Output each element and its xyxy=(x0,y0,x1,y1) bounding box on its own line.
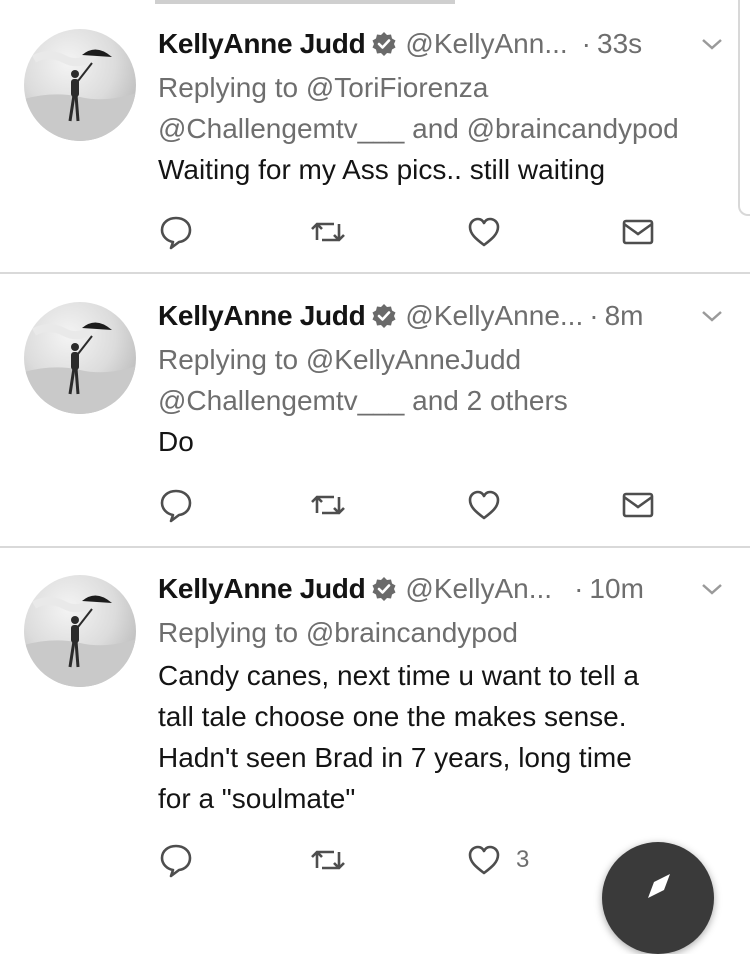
tweet-text-line: Hadn't seen Brad in 7 years, long time xyxy=(158,742,632,773)
like-button[interactable] xyxy=(466,212,502,252)
mention-link[interactable]: @ToriFiorenza xyxy=(306,72,488,103)
timestamp[interactable]: 8m xyxy=(605,300,644,332)
tweet-text-line: Candy canes, next time u want to tell a xyxy=(158,660,639,691)
like-button[interactable]: 3 xyxy=(466,840,529,880)
retweet-icon xyxy=(311,495,345,515)
tweet-header: KellyAnne Judd @KellyAnne... · 8m xyxy=(158,296,730,336)
tweet[interactable]: KellyAnne Judd @KellyAnne... · 8m Replyi… xyxy=(0,274,750,548)
tweet[interactable]: KellyAnne Judd @KellyAnn... · 33s Replyi… xyxy=(0,0,750,274)
tweet-actions: 3 xyxy=(158,840,658,880)
replying-to-label: Replying to xyxy=(158,617,299,648)
replying-to-label: Replying to xyxy=(158,344,299,375)
display-name[interactable]: KellyAnne Judd xyxy=(158,300,366,332)
replying-to: Replying to @braincandypod xyxy=(158,612,730,653)
direct-message-button[interactable] xyxy=(620,485,656,525)
separator-dot: · xyxy=(589,300,599,331)
heart-icon xyxy=(468,217,500,247)
verified-badge-icon xyxy=(371,303,397,329)
mention-link[interactable]: @KellyAnneJudd xyxy=(306,344,521,375)
replying-to-label: Replying to xyxy=(158,72,299,103)
timestamp[interactable]: 33s xyxy=(597,28,642,60)
heart-icon xyxy=(468,845,500,875)
reply-icon xyxy=(160,489,192,523)
compose-button[interactable] xyxy=(602,842,714,954)
heart-icon xyxy=(468,490,500,520)
like-count: 3 xyxy=(516,846,530,873)
handle[interactable]: @KellyAnn... xyxy=(405,28,567,60)
separator-dot: · xyxy=(574,573,584,604)
reply-button[interactable] xyxy=(158,212,194,252)
like-button[interactable] xyxy=(466,485,502,525)
chevron-down-icon[interactable] xyxy=(700,34,724,54)
retweet-button[interactable] xyxy=(308,840,348,880)
mention-link[interactable]: @braincandypod xyxy=(306,617,518,648)
reply-icon xyxy=(160,844,192,878)
retweet-icon xyxy=(311,222,345,242)
display-name[interactable]: KellyAnne Judd xyxy=(158,28,366,60)
tweet-header: KellyAnne Judd @KellyAnn... · 33s xyxy=(158,24,730,64)
mail-icon xyxy=(622,219,654,245)
avatar[interactable] xyxy=(24,302,136,414)
verified-badge-icon xyxy=(371,576,397,602)
compose-icon xyxy=(648,874,670,898)
replying-to: Replying to @KellyAnneJudd xyxy=(158,339,730,380)
avatar[interactable] xyxy=(24,575,136,687)
timestamp[interactable]: 10m xyxy=(589,573,643,605)
reply-button[interactable] xyxy=(158,840,194,880)
chevron-down-icon[interactable] xyxy=(700,579,724,599)
tweet-text-line: tall tale choose one the makes sense. xyxy=(158,701,627,732)
replying-to-more[interactable]: @Challengemtv___ and @braincandypod xyxy=(158,108,730,149)
separator-dot: · xyxy=(581,28,591,59)
mail-icon xyxy=(622,492,654,518)
tweet-text: Do xyxy=(158,426,194,457)
replying-to-more[interactable]: @Challengemtv___ and 2 others xyxy=(158,380,730,421)
retweet-button[interactable] xyxy=(308,212,348,252)
display-name[interactable]: KellyAnne Judd xyxy=(158,573,366,605)
tweet-actions xyxy=(158,485,658,525)
replying-to: Replying to @ToriFiorenza xyxy=(158,67,730,108)
tweet[interactable]: KellyAnne Judd @KellyAn... · 10m Replyin… xyxy=(0,548,750,889)
reply-button[interactable] xyxy=(158,485,194,525)
tweet-text-line: for a "soulmate" xyxy=(158,783,356,814)
avatar[interactable] xyxy=(24,29,136,141)
reply-icon xyxy=(160,216,192,250)
verified-badge-icon xyxy=(371,31,397,57)
tweet-actions xyxy=(158,212,658,252)
tweet-header: KellyAnne Judd @KellyAn... · 10m xyxy=(158,569,730,609)
handle[interactable]: @KellyAnne... xyxy=(405,300,583,332)
chevron-down-icon[interactable] xyxy=(700,306,724,326)
handle[interactable]: @KellyAn... xyxy=(405,573,552,605)
retweet-icon xyxy=(311,850,345,870)
direct-message-button[interactable] xyxy=(620,212,656,252)
retweet-button[interactable] xyxy=(308,485,348,525)
tweet-text: Waiting for my Ass pics.. still waiting xyxy=(158,154,606,185)
